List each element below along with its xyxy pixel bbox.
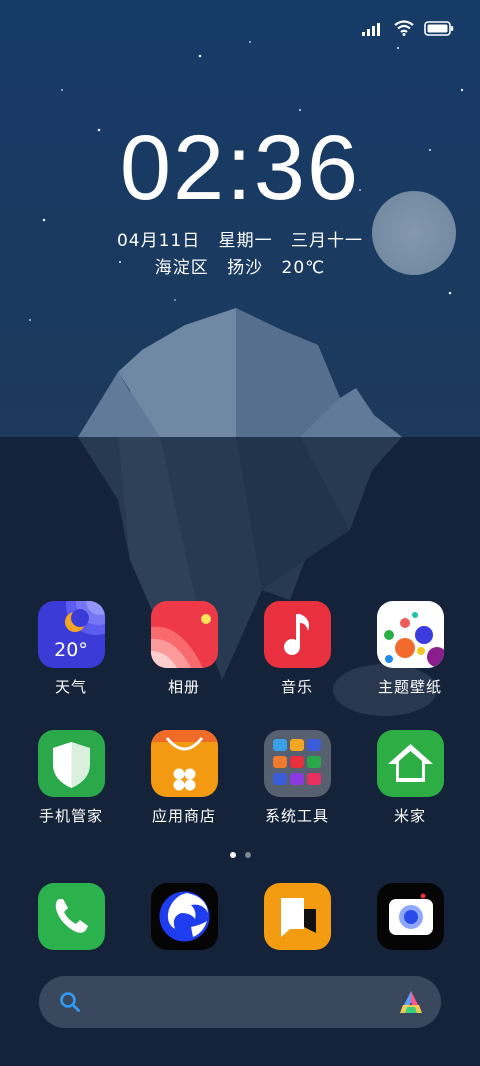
messages-icon (263, 883, 331, 950)
ai-assistant-icon[interactable] (397, 989, 425, 1019)
page-indicator (0, 852, 480, 858)
page-dot-active[interactable] (229, 852, 236, 858)
app-music[interactable]: 音乐 (241, 601, 353, 697)
wifi-icon (394, 20, 414, 40)
browser-icon (150, 883, 218, 950)
weather-badge: 20° (54, 639, 88, 661)
search-bar[interactable] (39, 976, 441, 1028)
folder-icon (263, 730, 331, 797)
phone-icon (37, 883, 105, 950)
weather-icon: 20° (37, 601, 105, 668)
app-label: 米家 (393, 807, 426, 825)
music-icon (263, 601, 331, 668)
weather-line[interactable]: 海淀区 扬沙 20℃ (0, 253, 480, 278)
signal-icon (362, 21, 384, 40)
app-store[interactable]: 应用商店 (128, 730, 240, 826)
weather-text: 扬沙 (227, 258, 264, 278)
clock-time[interactable]: 02:36 (0, 118, 480, 218)
location-text: 海淀区 (154, 258, 209, 278)
app-mi-home[interactable]: 米家 (354, 730, 466, 826)
dock-messages[interactable] (241, 883, 353, 950)
date-line: 04月11日 星期一 三月十一 (0, 226, 480, 251)
battery-icon (424, 20, 454, 40)
app-label: 手机管家 (38, 807, 103, 825)
search-icon (59, 991, 81, 1017)
gallery-icon (150, 601, 218, 668)
mi-home-icon (376, 730, 444, 797)
dock-browser[interactable] (128, 883, 240, 950)
camera-icon (376, 883, 444, 950)
folder-system-tools[interactable]: 系统工具 (241, 730, 353, 826)
app-gallery[interactable]: 相册 (128, 601, 240, 697)
dock-camera[interactable] (354, 883, 466, 950)
app-label: 系统工具 (264, 807, 329, 825)
lunar-date-text: 三月十一 (291, 231, 364, 251)
app-label: 应用商店 (151, 807, 216, 825)
themes-icon (376, 601, 444, 668)
security-icon (37, 730, 105, 797)
dock-phone[interactable] (15, 883, 127, 950)
weekday-text: 星期一 (218, 231, 273, 251)
app-label: 天气 (54, 678, 87, 696)
date-text: 04月11日 (116, 231, 201, 251)
status-bar (362, 18, 454, 42)
app-label: 相册 (167, 678, 200, 696)
page-dot[interactable] (244, 852, 251, 858)
temperature-text: 20℃ (281, 258, 326, 278)
app-security[interactable]: 手机管家 (15, 730, 127, 826)
app-label: 主题壁纸 (377, 678, 442, 696)
app-themes[interactable]: 主题壁纸 (354, 601, 466, 697)
app-label: 音乐 (280, 678, 313, 696)
app-store-icon (150, 730, 218, 797)
app-weather[interactable]: 20° 天气 (15, 601, 127, 697)
